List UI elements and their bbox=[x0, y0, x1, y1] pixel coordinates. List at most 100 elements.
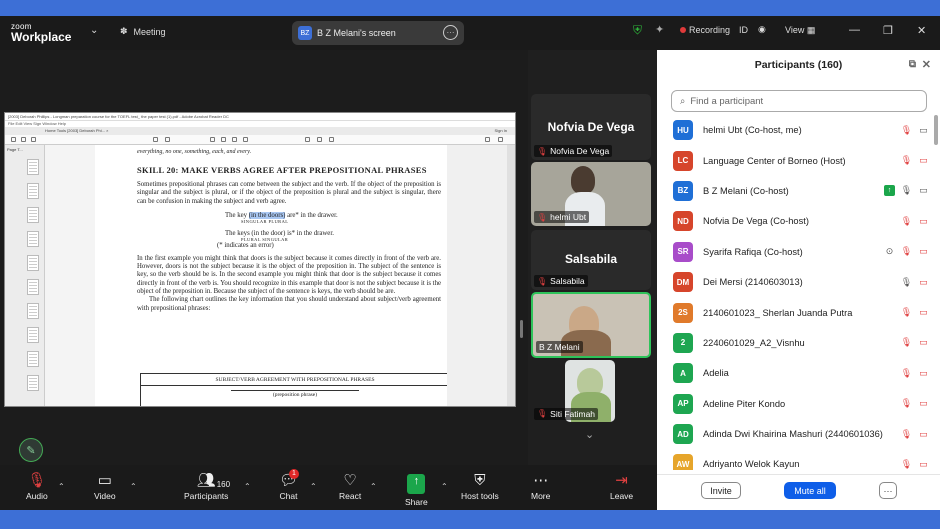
host-tools-button[interactable]: ⛨ Host tools bbox=[461, 471, 499, 501]
mic-icon[interactable]: 🎙︎ bbox=[901, 185, 912, 196]
video-tile-helmi[interactable]: 🎙︎ helmi Ubt bbox=[531, 162, 651, 226]
share-doc-icon[interactable] bbox=[485, 137, 490, 142]
sparkle-icon[interactable]: ✦ bbox=[655, 23, 664, 36]
camera-off-icon[interactable]: ▭ bbox=[918, 368, 929, 379]
mail-icon[interactable] bbox=[498, 137, 503, 142]
participant-row[interactable]: 2 2240601029_A2_Visnhu 🎙︎ ▭ bbox=[657, 328, 933, 358]
mic-off-icon[interactable]: 🎙︎ bbox=[901, 125, 912, 136]
meeting-info-button[interactable]: ✽ Meeting bbox=[120, 26, 166, 37]
pdf-thumbnail-pane[interactable]: Page T... bbox=[5, 145, 45, 406]
pop-out-icon[interactable]: ⧉ bbox=[909, 59, 916, 70]
participant-row[interactable]: BZ B Z Melani (Co-host) ↑ 🎙︎ ▭ bbox=[657, 176, 933, 206]
camera-off-icon[interactable]: ▭ bbox=[918, 246, 929, 257]
zoom-out-icon[interactable] bbox=[232, 137, 237, 142]
more-icon[interactable]: ··· bbox=[443, 25, 458, 40]
chevron-up-icon[interactable]: ⌃ bbox=[244, 482, 251, 491]
screen-share-pill[interactable]: BZ B Z Melani's screen ··· bbox=[292, 21, 464, 45]
page-thumbnail[interactable] bbox=[27, 207, 39, 223]
participant-row[interactable]: 2S 2140601023_ Sherlan Juanda Putra 🎙︎ ▭ bbox=[657, 297, 933, 327]
next-page-icon[interactable] bbox=[165, 137, 170, 142]
page-thumbnail[interactable] bbox=[27, 327, 39, 343]
mic-off-icon[interactable]: 🎙︎ bbox=[901, 216, 912, 227]
annotate-pen-icon[interactable]: ✎ bbox=[19, 438, 43, 462]
mic-icon[interactable]: 🎙︎ bbox=[901, 277, 912, 288]
leave-button[interactable]: ⇥ Leave bbox=[610, 471, 633, 501]
participant-row[interactable]: A Adelia 🎙︎ ▭ bbox=[657, 358, 933, 388]
mic-off-icon[interactable]: 🎙︎ bbox=[901, 398, 912, 409]
page-thumbnail[interactable] bbox=[27, 231, 39, 247]
participant-row[interactable]: HU helmi Ubt (Co-host, me) 🎙︎ ▭ bbox=[657, 115, 933, 145]
participants-button[interactable]: 👥︎ 160 Participants bbox=[184, 471, 230, 501]
participant-row[interactable]: AD Adinda Dwi Khairina Mashuri (24406010… bbox=[657, 419, 933, 449]
video-tile-bz-melani[interactable]: B Z Melani bbox=[531, 292, 651, 358]
participant-list-scrollbar[interactable] bbox=[934, 115, 938, 145]
split-drag-handle[interactable] bbox=[520, 320, 523, 338]
chat-button[interactable]: 💬︎ 1 Chat bbox=[279, 469, 299, 501]
mic-off-icon[interactable]: 🎙︎ bbox=[901, 246, 912, 257]
chevron-up-icon[interactable]: ⌃ bbox=[310, 482, 317, 491]
camera-off-icon[interactable]: ▭ bbox=[918, 459, 929, 470]
pdf-reader-window[interactable]: [2003] Deborah Phillips - Longman prepar… bbox=[4, 112, 516, 407]
camera-icon[interactable]: ▭ bbox=[918, 125, 929, 136]
react-button[interactable]: ♡ React bbox=[339, 471, 361, 501]
mic-off-icon[interactable]: 🎙︎ bbox=[901, 155, 912, 166]
sign-icon[interactable] bbox=[329, 137, 334, 142]
participant-list[interactable]: HU helmi Ubt (Co-host, me) 🎙︎ ▭ LC Langua… bbox=[657, 115, 933, 470]
camera-off-icon[interactable]: ▭ bbox=[918, 155, 929, 166]
mic-off-icon[interactable]: 🎙︎ bbox=[901, 337, 912, 348]
pdf-signin[interactable]: Sign In bbox=[495, 127, 507, 135]
radio-icon[interactable]: ◉ bbox=[758, 24, 766, 35]
mic-off-icon[interactable]: 🎙︎ bbox=[901, 307, 912, 318]
restore-icon[interactable]: ❐ bbox=[883, 24, 893, 37]
video-button[interactable]: ▭ Video bbox=[94, 471, 116, 501]
mic-off-icon[interactable]: 🎙︎ bbox=[901, 368, 912, 379]
pdf-toolbar[interactable] bbox=[5, 135, 515, 145]
pdf-tools-pane[interactable] bbox=[447, 145, 507, 406]
close-icon[interactable]: ✕ bbox=[922, 58, 931, 71]
mute-all-button[interactable]: Mute all bbox=[784, 482, 836, 499]
mic-off-icon[interactable]: 🎙︎ bbox=[901, 459, 912, 470]
chevron-up-icon[interactable]: ⌃ bbox=[441, 482, 448, 491]
close-icon[interactable]: ✕ bbox=[917, 24, 926, 37]
chevron-up-icon[interactable]: ⌃ bbox=[130, 482, 137, 491]
camera-off-icon[interactable]: ▭ bbox=[918, 429, 929, 440]
participant-row[interactable]: AP Adeline Piter Kondo 🎙︎ ▭ bbox=[657, 389, 933, 419]
camera-off-icon[interactable]: ▭ bbox=[918, 216, 929, 227]
chevron-up-icon[interactable]: ⌃ bbox=[370, 482, 377, 491]
minimize-icon[interactable]: — bbox=[849, 24, 860, 36]
save-icon[interactable] bbox=[11, 137, 16, 142]
camera-off-icon[interactable]: ▭ bbox=[918, 277, 929, 288]
page-thumbnail[interactable] bbox=[27, 279, 39, 295]
pen-icon[interactable] bbox=[317, 137, 322, 142]
page-thumbnail[interactable] bbox=[27, 159, 39, 175]
prev-page-icon[interactable] bbox=[153, 137, 158, 142]
camera-off-icon[interactable]: ▭ bbox=[918, 337, 929, 348]
upload-icon[interactable] bbox=[21, 137, 26, 142]
hand-tool-icon[interactable] bbox=[221, 137, 226, 142]
chevron-up-icon[interactable]: ⌃ bbox=[58, 482, 65, 491]
audio-button[interactable]: 🎙︎ Audio bbox=[26, 471, 48, 501]
participant-row[interactable]: AW Adriyanto Welok Kayun 🎙︎ ▭ bbox=[657, 449, 933, 470]
zoom-logo[interactable]: zoom Workplace bbox=[11, 22, 71, 43]
page-thumbnail[interactable] bbox=[27, 303, 39, 319]
pdf-scrollbar[interactable] bbox=[507, 145, 515, 406]
chevron-down-icon[interactable]: ⌄ bbox=[585, 428, 594, 441]
participant-row[interactable]: DM Dei Mersi (2140603013) 🎙︎ ▭ bbox=[657, 267, 933, 297]
select-tool-icon[interactable] bbox=[210, 137, 215, 142]
shield-icon[interactable]: ⛨ bbox=[633, 23, 642, 38]
comment-icon[interactable] bbox=[305, 137, 310, 142]
participant-row[interactable]: LC Language Center of Borneo (Host) 🎙︎ ▭ bbox=[657, 145, 933, 175]
search-input[interactable]: ⌕ Find a participant bbox=[671, 90, 927, 112]
page-thumbnail[interactable] bbox=[27, 351, 39, 367]
video-tile-salsabila[interactable]: Salsabila 🎙︎ Salsabila bbox=[531, 230, 651, 290]
share-button[interactable]: ↑ Share bbox=[405, 471, 428, 507]
video-tile-nofvia[interactable]: Nofvia De Vega 🎙︎ Nofvia De Vega bbox=[531, 94, 651, 160]
camera-off-icon[interactable]: ▭ bbox=[918, 307, 929, 318]
view-button[interactable]: View ▦ bbox=[785, 25, 815, 36]
pdf-page[interactable]: everything, no one, something, each, and… bbox=[95, 145, 455, 406]
highlighted-selection[interactable]: (in the doors) bbox=[248, 211, 286, 219]
invite-button[interactable]: Invite bbox=[701, 482, 741, 499]
page-thumbnail[interactable] bbox=[27, 375, 39, 391]
meeting-id-label[interactable]: ID bbox=[739, 25, 748, 35]
recording-indicator[interactable]: Recording bbox=[680, 25, 730, 35]
